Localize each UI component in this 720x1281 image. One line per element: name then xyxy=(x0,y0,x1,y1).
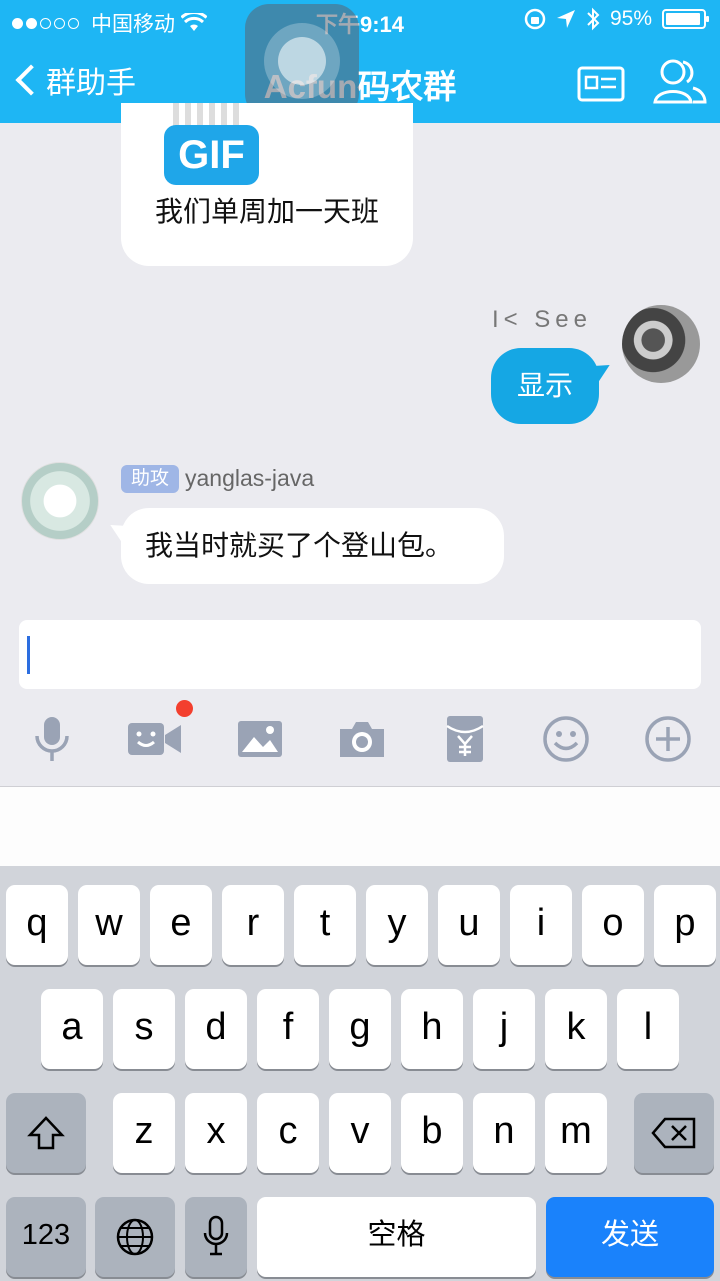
gif-badge: GIF xyxy=(164,125,259,185)
my-avatar[interactable] xyxy=(622,305,700,383)
globe-key[interactable] xyxy=(95,1197,175,1277)
key-d[interactable]: d xyxy=(185,989,247,1069)
key-g[interactable]: g xyxy=(329,989,391,1069)
send-key[interactable]: 发送 xyxy=(546,1197,714,1277)
microphone-icon xyxy=(203,1215,229,1256)
key-a[interactable]: a xyxy=(41,989,103,1069)
key-u[interactable]: u xyxy=(438,885,500,965)
globe-icon xyxy=(116,1218,154,1256)
group-members-icon[interactable] xyxy=(653,54,707,108)
incoming-message-bubble[interactable]: 我当时就买了个登山包。 xyxy=(121,508,504,584)
group-card-icon[interactable] xyxy=(577,66,625,102)
key-c[interactable]: c xyxy=(257,1093,319,1173)
shift-key[interactable] xyxy=(6,1093,86,1173)
key-p[interactable]: p xyxy=(654,885,716,965)
input-toolbar xyxy=(0,700,720,780)
gif-message-bubble[interactable]: GIF 我们单周加一天班 xyxy=(121,103,413,266)
gif-caption: 我们单周加一天班 xyxy=(154,196,379,227)
outgoing-sender-name: I< See xyxy=(491,306,592,333)
space-key[interactable]: 空格 xyxy=(257,1197,536,1277)
assistive-touch-button[interactable] xyxy=(245,4,359,118)
notification-dot xyxy=(176,700,193,717)
key-q[interactable]: q xyxy=(6,885,68,965)
text-caret xyxy=(27,636,30,674)
key-i[interactable]: i xyxy=(510,885,572,965)
key-k[interactable]: k xyxy=(545,989,607,1069)
backspace-icon xyxy=(651,1117,696,1149)
message-input[interactable] xyxy=(19,620,701,689)
bluetooth-icon xyxy=(587,7,600,31)
key-r[interactable]: r xyxy=(222,885,284,965)
key-n[interactable]: n xyxy=(473,1093,535,1173)
emoji-icon[interactable] xyxy=(541,714,591,764)
key-f[interactable]: f xyxy=(257,989,319,1069)
sender-avatar[interactable] xyxy=(21,462,99,540)
key-m[interactable]: m xyxy=(545,1093,607,1173)
camera-icon[interactable] xyxy=(337,714,387,764)
microphone-icon[interactable] xyxy=(27,714,77,764)
incoming-sender-name: yanglas-java xyxy=(185,465,315,491)
key-o[interactable]: o xyxy=(582,885,644,965)
key-s[interactable]: s xyxy=(113,989,175,1069)
key-b[interactable]: b xyxy=(401,1093,463,1173)
dictation-key[interactable] xyxy=(185,1197,247,1277)
suggestion-bar xyxy=(0,786,720,866)
key-j[interactable]: j xyxy=(473,989,535,1069)
numbers-key[interactable]: 123 xyxy=(6,1197,86,1277)
key-t[interactable]: t xyxy=(294,885,356,965)
keyboard: qwertyuiop asdfghjkl zxcvbnm 123 空格 发送 xyxy=(0,866,720,1281)
key-h[interactable]: h xyxy=(401,989,463,1069)
plus-icon[interactable] xyxy=(643,714,693,764)
key-w[interactable]: w xyxy=(78,885,140,965)
key-x[interactable]: x xyxy=(185,1093,247,1173)
key-e[interactable]: e xyxy=(150,885,212,965)
member-title-badge: 助攻 xyxy=(121,465,179,493)
chat-area[interactable]: GIF 我们单周加一天班 I< See 显示 助攻 yanglas-java 我… xyxy=(0,103,720,603)
outgoing-message-bubble[interactable]: 显示 xyxy=(491,348,599,424)
shift-icon xyxy=(27,1116,65,1150)
delete-key[interactable] xyxy=(634,1093,714,1173)
key-z[interactable]: z xyxy=(113,1093,175,1173)
key-y[interactable]: y xyxy=(366,885,428,965)
key-l[interactable]: l xyxy=(617,989,679,1069)
battery-icon xyxy=(662,9,709,29)
key-v[interactable]: v xyxy=(329,1093,391,1173)
red-packet-icon[interactable] xyxy=(440,714,490,764)
rotation-lock-icon xyxy=(524,8,546,30)
battery-percent: 95% xyxy=(609,7,652,30)
location-icon xyxy=(556,10,575,28)
image-icon[interactable] xyxy=(235,714,285,764)
video-call-icon[interactable] xyxy=(127,714,183,764)
gif-thumbnail xyxy=(173,103,243,127)
status-bar: 中国移动 下午9:14 95% xyxy=(0,0,720,40)
status-right: 95% xyxy=(524,7,709,31)
